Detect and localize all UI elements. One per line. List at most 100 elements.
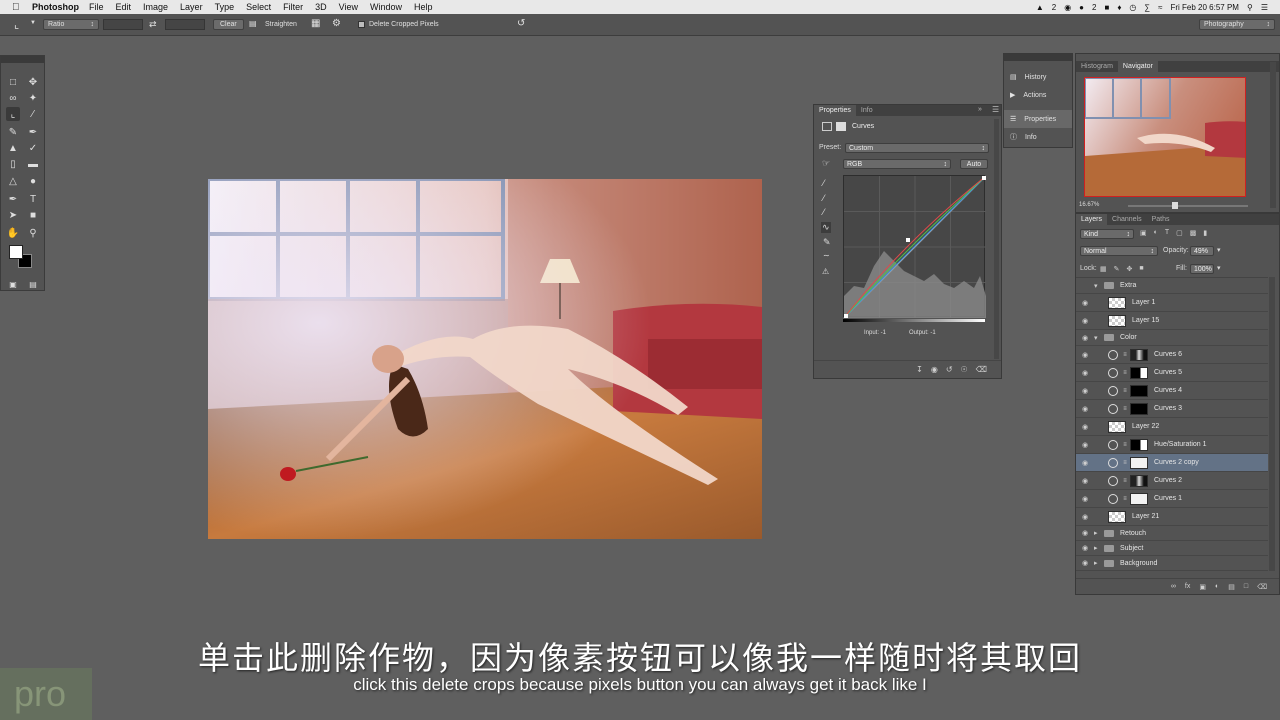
layers-scrollbar[interactable] — [1269, 277, 1275, 571]
visibility-eye-icon[interactable]: ◉ — [1076, 529, 1094, 537]
lock-all-icon[interactable]: ■ — [1139, 265, 1143, 273]
layer-row[interactable]: ◉ Layer 21 — [1076, 508, 1268, 526]
curves-graph[interactable] — [843, 175, 987, 319]
type-filter-icon[interactable]: T — [1165, 229, 1169, 237]
visibility-eye-icon[interactable]: ◉ — [1076, 299, 1094, 307]
group-collapsed-icon[interactable]: ▸ — [1094, 544, 1104, 552]
visibility-eye-icon[interactable]: ◉ — [1076, 423, 1094, 431]
visibility-icon[interactable]: ☉ — [961, 365, 968, 374]
type-tool-icon[interactable]: T — [26, 192, 40, 206]
layer-group-row[interactable]: ◉ ▸ Background — [1076, 556, 1268, 571]
reset-icon[interactable]: ↺ — [946, 365, 953, 374]
apple-icon[interactable]:  — [12, 2, 26, 13]
menu-layer[interactable]: Layer — [180, 2, 203, 12]
mask-link-icon[interactable]: ≡ — [1122, 460, 1128, 466]
lasso-tool-icon[interactable]: ∞ — [6, 91, 20, 105]
visibility-eye-icon[interactable]: ◉ — [1076, 441, 1094, 449]
group-collapsed-icon[interactable]: ▸ — [1094, 559, 1104, 567]
smooth-curve-icon[interactable]: ∼ — [823, 251, 830, 260]
new-layer-icon[interactable]: □ — [1244, 583, 1248, 590]
zoom-slider-thumb[interactable] — [1172, 202, 1178, 209]
visibility-eye-icon[interactable]: ◉ — [1076, 334, 1094, 342]
layer-mask-thumbnail[interactable] — [1130, 348, 1148, 361]
group-expanded-icon[interactable]: ▾ — [1094, 334, 1104, 342]
dock-info[interactable]: ⓘ Info — [1004, 128, 1072, 146]
navigator-scrollbar[interactable] — [1270, 62, 1276, 208]
gradient-tool-icon[interactable]: ▬ — [26, 157, 40, 171]
dock-actions[interactable]: ▶ Actions — [1004, 86, 1072, 104]
panel-collapse-icon[interactable]: » — [978, 106, 982, 113]
layer-group-row[interactable]: ◉ ▾ Color — [1076, 330, 1268, 346]
bell-icon[interactable]: ■ — [1104, 3, 1109, 12]
clock-text[interactable]: Fri Feb 20 6:57 PM — [1170, 3, 1238, 12]
quick-mask-icon[interactable]: ▣ — [6, 277, 20, 291]
workspace-select[interactable]: Photography ↕ — [1199, 19, 1275, 30]
blend-mode-select[interactable]: Normal ↕ — [1080, 246, 1158, 256]
layer-row[interactable]: ◉ ≡ Curves 4 — [1076, 382, 1268, 400]
properties-scrollbar[interactable] — [994, 119, 999, 359]
adjustment-layer-icon[interactable] — [1108, 493, 1118, 504]
width-field[interactable] — [103, 19, 143, 30]
layer-row[interactable]: ◉ Layer 15 — [1076, 312, 1268, 330]
lock-transparency-icon[interactable]: ▦ — [1100, 265, 1107, 273]
delete-cropped-pixels-checkbox[interactable]: Delete Cropped Pixels — [358, 21, 439, 28]
layer-mask-thumbnail[interactable] — [1130, 366, 1148, 379]
visibility-eye-icon[interactable]: ◉ — [1076, 495, 1094, 503]
tool-preset-chevron-icon[interactable]: ▼ — [30, 20, 36, 26]
add-mask-icon[interactable]: ▣ — [1199, 583, 1206, 591]
menu-3d[interactable]: 3D — [315, 2, 327, 12]
adjustment-layer-icon[interactable] — [1108, 367, 1118, 378]
adjustment-layer-icon[interactable] — [1108, 439, 1118, 450]
menu-type[interactable]: Type — [215, 2, 235, 12]
pencil-tool-icon[interactable]: ✎ — [823, 237, 831, 248]
visibility-eye-icon[interactable]: ◉ — [1076, 459, 1094, 467]
layer-row[interactable]: ◉ Layer 1 — [1076, 294, 1268, 312]
eyedropper-tool-icon[interactable]: ⁄ — [26, 107, 40, 121]
visibility-eye-icon[interactable]: ◉ — [1076, 351, 1094, 359]
layer-row[interactable]: ◉ ≡ Curves 6 — [1076, 346, 1268, 364]
dodge-tool-icon[interactable]: ● — [26, 174, 40, 188]
screen-mode-icon[interactable]: ▤ — [26, 277, 40, 291]
menu-image[interactable]: Image — [143, 2, 168, 12]
menu-edit[interactable]: Edit — [116, 2, 132, 12]
black-point-eyedropper-icon[interactable]: ⁄ — [823, 178, 825, 188]
fill-field[interactable]: 100% — [1190, 264, 1214, 274]
reset-icon[interactable]: ↺ — [517, 18, 525, 29]
clipping-warning-icon[interactable]: ⚠ — [822, 267, 829, 276]
canvas-image[interactable] — [208, 179, 762, 539]
lock-pixels-icon[interactable]: ✎ — [1114, 265, 1120, 273]
menu-filter[interactable]: Filter — [283, 2, 303, 12]
adjustment-layer-icon[interactable] — [1108, 349, 1118, 360]
layer-filter-select[interactable]: Kind ↕ — [1080, 229, 1134, 239]
tab-properties[interactable]: Properties — [814, 105, 856, 116]
new-group-icon[interactable]: ▤ — [1228, 583, 1235, 591]
brush-tool-icon[interactable]: ✒ — [26, 125, 40, 139]
list-icon[interactable]: ☰ — [1261, 3, 1268, 12]
layer-mask-thumbnail[interactable] — [1130, 492, 1148, 505]
auto-button[interactable]: Auto — [960, 159, 988, 169]
history-brush-tool-icon[interactable]: ✓ — [26, 141, 40, 155]
gear-icon[interactable]: ⚙ — [332, 18, 341, 29]
clip-to-layer-icon[interactable]: ↧ — [916, 365, 923, 374]
opacity-chevron-icon[interactable]: ▾ — [1217, 246, 1221, 254]
tab-histogram[interactable]: Histogram — [1076, 61, 1118, 72]
layer-row[interactable]: ◉ ≡ Curves 2 — [1076, 472, 1268, 490]
layer-row[interactable]: ◉ ≡ Curves 2 copy — [1076, 454, 1268, 472]
clear-button[interactable]: Clear — [213, 19, 244, 30]
preset-select[interactable]: Custom ↕ — [845, 143, 989, 153]
eraser-tool-icon[interactable]: ▯ — [6, 157, 20, 171]
panel-menu-icon[interactable]: ☰ — [992, 105, 999, 114]
marquee-tool-icon[interactable]: □ — [6, 75, 20, 89]
rectangle-tool-icon[interactable]: ■ — [26, 208, 40, 222]
filter-toggle-icon[interactable]: ▮ — [1203, 229, 1207, 237]
trash-icon[interactable]: ⌫ — [1257, 583, 1267, 591]
search-icon[interactable]: ⚲ — [1247, 3, 1253, 12]
menu-window[interactable]: Window — [370, 2, 402, 12]
menu-file[interactable]: File — [89, 2, 104, 12]
clone-stamp-tool-icon[interactable]: ▲ — [6, 141, 20, 155]
swap-icon[interactable]: ⇄ — [149, 19, 157, 30]
view-previous-icon[interactable]: ◉ — [931, 365, 938, 374]
tab-channels[interactable]: Channels — [1107, 214, 1147, 225]
adjustment-layer-icon[interactable] — [1108, 475, 1118, 486]
mask-link-icon[interactable]: ≡ — [1122, 370, 1128, 376]
